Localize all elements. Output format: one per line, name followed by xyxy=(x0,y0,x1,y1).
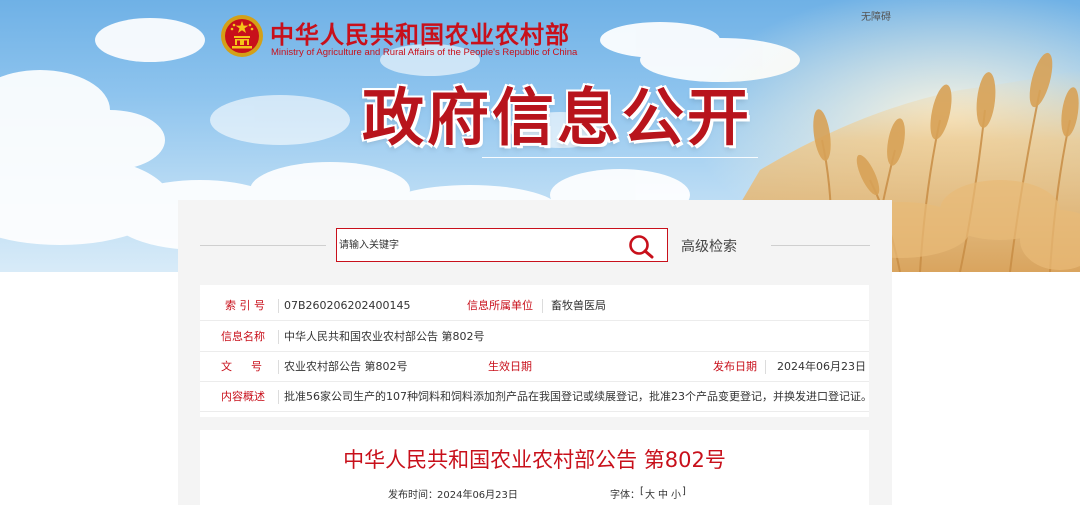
info-row-name: 信息名称 中华人民共和国农业农村部公告 第802号 xyxy=(200,322,869,352)
font-size-large[interactable]: 大 xyxy=(645,486,655,501)
divider xyxy=(278,299,279,313)
info-row-index: 索 引 号 07B260206202400145 信息所属单位 畜牧兽医局 xyxy=(200,291,869,321)
summary-label: 内容概述 xyxy=(221,390,265,403)
ministry-name-cn: 中华人民共和国农业农村部 xyxy=(270,21,570,49)
article: 中华人民共和国农业农村部公告 第802号 发布时间： 2024年06月23日 字… xyxy=(200,430,869,505)
info-row-docnum: 文 号 农业农村部公告 第802号 生效日期 发布日期 2024年06月23日 xyxy=(200,352,869,382)
article-publish-date: 2024年06月23日 xyxy=(437,490,518,501)
national-emblem-icon xyxy=(221,15,263,57)
info-table: 索 引 号 07B260206202400145 信息所属单位 畜牧兽医局 信息… xyxy=(200,285,872,417)
doc-number-label-2: 号 xyxy=(251,360,262,373)
article-publish-label: 发布时间： xyxy=(388,490,438,501)
effective-date-label: 生效日期 xyxy=(488,360,532,373)
name-value: 中华人民共和国农业农村部公告 第802号 xyxy=(284,330,485,343)
section-title: 政府信息公开 xyxy=(362,81,753,154)
advanced-search-link[interactable]: 高级检索 xyxy=(681,236,737,256)
search-bar: 高级检索 xyxy=(200,228,870,264)
article-title: 中华人民共和国农业农村部公告 第802号 xyxy=(343,448,726,472)
index-label: 索 引 号 xyxy=(225,299,265,312)
accessibility-link[interactable]: 无障碍 xyxy=(861,8,891,23)
font-size-small[interactable]: 小 xyxy=(671,486,681,501)
unit-label: 信息所属单位 xyxy=(467,299,533,312)
title-underline xyxy=(482,157,758,158)
search-icon[interactable] xyxy=(627,233,655,259)
ministry-name-en: Ministry of Agriculture and Rural Affair… xyxy=(271,47,578,58)
divider xyxy=(542,299,543,313)
search-box xyxy=(336,228,668,262)
search-input[interactable] xyxy=(337,229,619,261)
publish-date-label: 发布日期 xyxy=(713,360,757,373)
unit-value: 畜牧兽医局 xyxy=(551,299,606,312)
search-right-rule xyxy=(771,245,870,246)
font-size-close-bracket: ] xyxy=(682,486,686,497)
divider xyxy=(278,390,279,404)
divider xyxy=(278,360,279,374)
info-row-summary: 内容概述 批准56家公司生产的107种饲料和饲料添加剂产品在我国登记或续展登记，… xyxy=(200,382,872,412)
search-left-rule xyxy=(200,245,326,246)
content-panel: 高级检索 索 引 号 07B260206202400145 信息所属单位 畜牧兽… xyxy=(178,200,892,505)
doc-number-value: 农业农村部公告 第802号 xyxy=(284,360,408,373)
font-size-label: 字体： xyxy=(610,490,640,501)
font-size-medium[interactable]: 中 xyxy=(658,486,668,501)
summary-value: 批准56家公司生产的107种饲料和饲料添加剂产品在我国登记或续展登记，批准23个… xyxy=(284,390,872,403)
publish-date-value: 2024年06月23日 xyxy=(777,360,866,373)
doc-number-label-1: 文 xyxy=(221,360,232,373)
name-label: 信息名称 xyxy=(221,330,265,343)
divider xyxy=(765,360,766,374)
divider xyxy=(278,330,279,344)
font-size-open-bracket: [ xyxy=(640,486,644,497)
index-value: 07B260206202400145 xyxy=(284,299,411,312)
